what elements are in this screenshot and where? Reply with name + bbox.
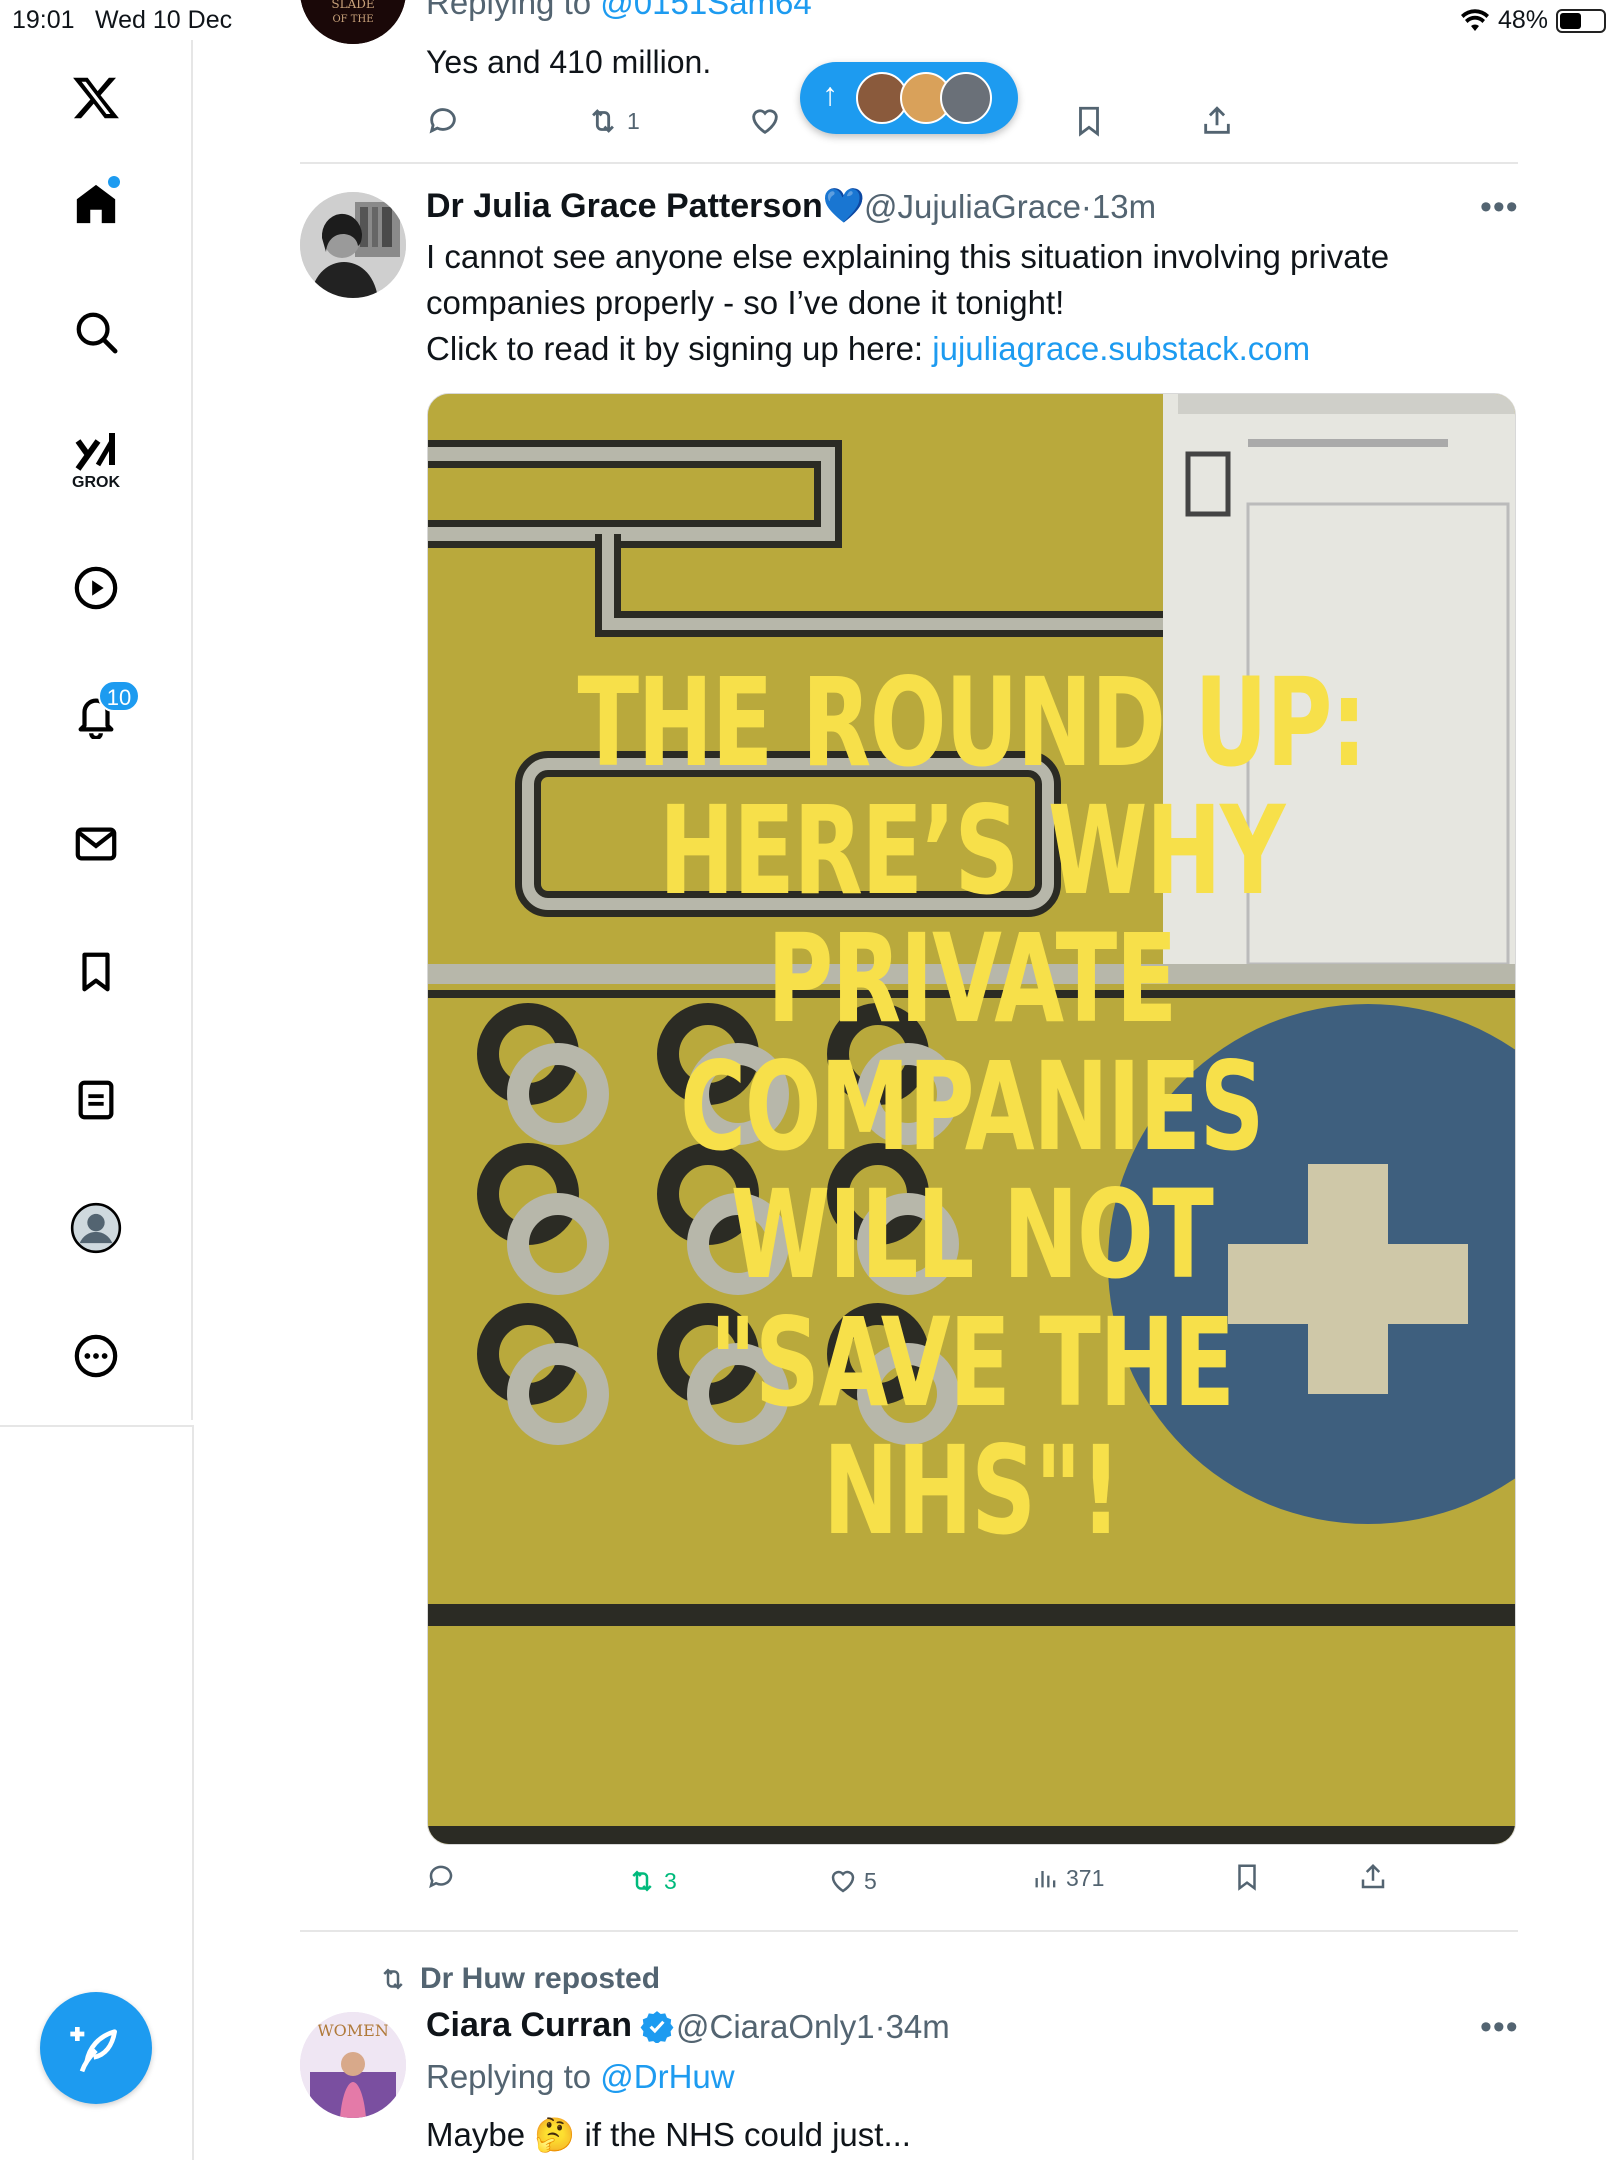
status-right: 48%: [1460, 6, 1606, 35]
retweet-icon: [632, 1870, 652, 1892]
replying-handle-link[interactable]: @0151Sam64: [600, 0, 811, 21]
video-play-icon[interactable]: [56, 548, 136, 628]
share-icon: [1361, 1863, 1385, 1889]
avatar-ciara[interactable]: WOMEN: [300, 2012, 406, 2118]
tweet-media-image[interactable]: THE ROUND UP: HERE’S WHY PRIVATE COMPANI…: [427, 393, 1516, 1845]
share-icon: [1204, 106, 1230, 134]
bookmarks-icon[interactable]: [56, 932, 136, 1012]
tweet-more-menu-icon[interactable]: •••: [1480, 188, 1519, 227]
replying-to-ciara: Replying to @DrHuw: [426, 2058, 735, 2096]
reply-button[interactable]: [426, 1862, 456, 1892]
retweet-count: 3: [664, 1867, 677, 1894]
ciara-tweet-text: Maybe 🤔 if the NHS could just...: [426, 2116, 911, 2155]
avatar-julia[interactable]: [300, 192, 406, 298]
author-name-text: Dr Julia Grace Patterson: [426, 187, 823, 225]
reply-icon: [429, 1865, 453, 1889]
sidebar-divider: [0, 1425, 193, 1427]
grok-icon[interactable]: GROK: [56, 420, 136, 500]
svg-text:OF THE: OF THE: [332, 14, 373, 25]
views-button[interactable]: 371: [1032, 1864, 1104, 1892]
new-posts-pill[interactable]: ↑: [800, 62, 1018, 134]
bookmark-button[interactable]: [1232, 1862, 1262, 1892]
bookmark-button-top[interactable]: [1072, 104, 1106, 138]
bookmark-icon: [1079, 106, 1099, 137]
tweet-line-1: I cannot see anyone else explaining this…: [426, 238, 1390, 275]
repost-indicator: Dr Huw reposted: [376, 1962, 660, 1996]
text-before: Maybe: [426, 2116, 535, 2153]
like-button-top[interactable]: [748, 104, 782, 138]
post-time: 34m: [885, 2008, 950, 2045]
separator: ·: [1080, 188, 1092, 225]
tweet-divider: [300, 162, 1518, 164]
ciara-handle-time: @CiaraOnly1·34m: [676, 2008, 950, 2046]
profile-avatar-icon[interactable]: [56, 1188, 136, 1268]
author-name-ciara-text: Ciara Curran: [426, 2006, 632, 2044]
articles-icon[interactable]: [56, 1060, 136, 1140]
share-button[interactable]: [1358, 1862, 1388, 1892]
heart-icon: [831, 1870, 855, 1893]
tweet-more-menu-icon[interactable]: •••: [1480, 2008, 1519, 2047]
bookmark-icon: [1238, 1864, 1256, 1891]
battery-icon: [1556, 8, 1606, 33]
replying-prefix: Replying to: [426, 0, 601, 21]
tweet-line-3-prefix: Click to read it by signing up here:: [426, 330, 933, 367]
tweet-top-text: Yes and 410 million.: [426, 44, 712, 80]
media-headline: THE ROUND UP: HERE’S WHY PRIVATE COMPANI…: [577, 652, 1367, 1562]
wifi-icon: [1460, 8, 1489, 31]
thinking-emoji: 🤔: [534, 2116, 576, 2153]
author-name-ciara[interactable]: Ciara Curran: [426, 2006, 674, 2045]
share-button-top[interactable]: [1200, 104, 1234, 138]
like-button[interactable]: 5: [828, 1866, 877, 1896]
svg-text:WOMEN: WOMEN: [317, 2021, 389, 2040]
retweet-icon: [592, 109, 614, 133]
verified-badge-icon: [640, 2010, 674, 2043]
ciara-handle[interactable]: @CiaraOnly1: [676, 2008, 875, 2045]
reply-button-top[interactable]: [426, 104, 460, 138]
notifications-badge: 10: [98, 680, 140, 712]
more-options-icon[interactable]: [56, 1316, 136, 1396]
svg-text:SLADE: SLADE: [331, 0, 374, 11]
author-name[interactable]: Dr Julia Grace Patterson💙: [426, 186, 865, 226]
substack-link[interactable]: jujuliagrace.substack.com: [932, 330, 1310, 367]
sidebar-border: [192, 1425, 194, 2160]
battery-percent: 48%: [1497, 6, 1548, 34]
x-logo-icon[interactable]: [56, 58, 136, 138]
unread-dot: [108, 176, 120, 188]
status-date: Wed 10 Dec: [95, 6, 233, 34]
author-handle[interactable]: @JujuliaGrace: [864, 188, 1081, 225]
replying-to-top: Replying to @0151Sam64: [426, 0, 812, 22]
compose-post-button[interactable]: [40, 1992, 152, 2104]
grok-label: GROK: [72, 474, 120, 491]
heart-icon: [752, 109, 778, 135]
battery-fill: [1560, 12, 1581, 29]
arrow-up-icon: ↑: [822, 76, 838, 112]
author-handle-time: @JujuliaGrace·13m: [864, 188, 1156, 226]
post-time: 13m: [1091, 188, 1157, 225]
retweet-button-top[interactable]: 1: [585, 104, 640, 138]
sidebar: GROK 10: [0, 40, 193, 1420]
views-count: 371: [1066, 1864, 1105, 1891]
retweet-count-top: 1: [627, 107, 640, 134]
text-after: if the NHS could just...: [575, 2116, 911, 2153]
tweet-line-3: Click to read it by signing up here: juj…: [426, 330, 1310, 368]
tweet-divider: [300, 1930, 1518, 1932]
retweet-button[interactable]: 3: [626, 1866, 677, 1896]
like-count: 5: [864, 1867, 877, 1894]
separator: ·: [874, 2008, 886, 2045]
blue-heart-emoji: 💙: [822, 187, 866, 225]
search-icon[interactable]: [56, 292, 136, 372]
notifications-bell-icon[interactable]: 10: [56, 676, 140, 756]
repost-icon: [383, 1968, 403, 1990]
compose-feather-icon: [70, 2027, 117, 2073]
pill-avatar-3: [940, 72, 992, 124]
views-chart-icon: [1035, 1871, 1056, 1888]
replying-handle-link[interactable]: @DrHuw: [600, 2058, 734, 2095]
replying-prefix: Replying to: [426, 2058, 601, 2095]
reply-icon: [429, 108, 456, 134]
repost-label[interactable]: Dr Huw reposted: [420, 1962, 660, 1996]
messages-envelope-icon[interactable]: [56, 804, 136, 884]
home-icon[interactable]: [56, 164, 136, 244]
tweet-line-2: companies properly - so I’ve done it ton…: [426, 284, 1065, 321]
status-time: 19:01: [12, 6, 75, 34]
